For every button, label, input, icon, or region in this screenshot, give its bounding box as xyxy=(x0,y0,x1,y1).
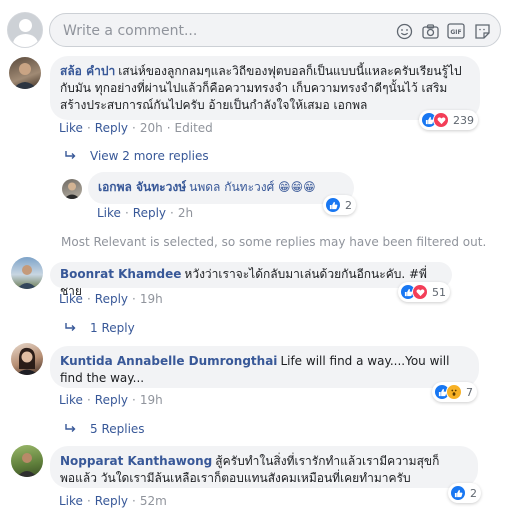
comment-timestamp[interactable]: 19h xyxy=(140,292,163,306)
commenter-avatar[interactable] xyxy=(9,57,41,89)
reaction-summary[interactable]: 2 xyxy=(323,195,356,215)
reaction-count: 239 xyxy=(453,113,474,127)
view-more-replies-link[interactable]: View 2 more replies xyxy=(65,149,209,163)
view-replies-link[interactable]: 5 Replies xyxy=(65,422,145,436)
love-reaction-icon xyxy=(412,284,428,300)
like-button[interactable]: Like xyxy=(59,292,83,306)
comment-bubble: สล้อ คำปา เสน่ห์ของลูกกลมๆและวิถีของฟุตบอ… xyxy=(50,56,480,120)
reaction-summary[interactable]: 7 xyxy=(432,382,477,402)
reply-button[interactable]: Reply xyxy=(95,393,128,407)
love-reaction-icon xyxy=(433,112,449,128)
comment-actions: Like · Reply · 19h xyxy=(59,393,163,407)
reply-arrow-icon xyxy=(65,422,76,436)
comment-actions: Like · Reply · 19h xyxy=(59,292,163,306)
comment-timestamp[interactable]: 52m xyxy=(140,494,167,508)
reaction-count: 7 xyxy=(466,385,473,399)
comment-bubble: Kuntida Annabelle Dumrongthai Life will f… xyxy=(50,346,479,388)
filter-notice: Most Relevant is selected, so some repli… xyxy=(61,235,487,249)
edited-label[interactable]: Edited xyxy=(175,121,213,135)
reply-author-name[interactable]: เอกพล จันทะวงษ์ xyxy=(98,180,186,194)
like-button[interactable]: Like xyxy=(59,494,83,508)
comment-input[interactable]: Write a comment... GIF xyxy=(49,13,501,47)
view-replies-label[interactable]: 5 Replies xyxy=(90,422,145,436)
reaction-summary[interactable]: 51 xyxy=(398,282,450,302)
comment-timestamp[interactable]: 19h xyxy=(140,393,163,407)
reaction-summary[interactable]: 2 xyxy=(448,483,481,503)
commenter-name[interactable]: Kuntida Annabelle Dumrongthai xyxy=(60,354,277,368)
camera-icon[interactable] xyxy=(420,21,440,41)
like-button[interactable]: Like xyxy=(59,393,83,407)
like-reaction-icon xyxy=(325,197,341,213)
comment-actions: Like · Reply · 52m xyxy=(59,494,167,508)
reply-arrow-icon xyxy=(65,321,76,335)
comment-timestamp[interactable]: 20h xyxy=(140,121,163,135)
commenter-avatar[interactable] xyxy=(11,343,43,375)
sticker-icon[interactable] xyxy=(472,21,492,41)
reply-button[interactable]: Reply xyxy=(95,121,128,135)
like-reaction-icon xyxy=(450,485,466,501)
reply-button[interactable]: Reply xyxy=(95,494,128,508)
commenter-name[interactable]: Boonrat Khamdee xyxy=(60,267,181,281)
commenter-name[interactable]: สล้อ คำปา xyxy=(60,64,115,78)
view-replies-link[interactable]: 1 Reply xyxy=(65,321,135,335)
reaction-count: 2 xyxy=(345,198,352,212)
like-button[interactable]: Like xyxy=(59,121,83,135)
comment-actions: Like · Reply · 20h · Edited xyxy=(59,121,213,135)
reply-button[interactable]: Reply xyxy=(95,292,128,306)
reaction-summary[interactable]: 239 xyxy=(419,110,478,130)
comment-composer: Write a comment... GIF xyxy=(7,12,503,48)
reply-text: นพดล กันทะวงศ์ 😁😁😁 xyxy=(189,180,316,194)
view-more-replies-label[interactable]: View 2 more replies xyxy=(90,149,209,163)
view-replies-label[interactable]: 1 Reply xyxy=(90,321,135,335)
comment-bubble: Nopparat Kanthawong สู้ครับทำในสิ่งที่เรา… xyxy=(50,446,478,488)
gif-icon[interactable]: GIF xyxy=(446,21,466,41)
reply-arrow-icon xyxy=(65,149,76,163)
reaction-count: 2 xyxy=(470,486,477,500)
svg-text:GIF: GIF xyxy=(450,29,461,36)
reply-button[interactable]: Reply xyxy=(133,206,166,220)
commenter-avatar[interactable] xyxy=(11,445,43,477)
reply-bubble: เอกพล จันทะวงษ์ นพดล กันทะวงศ์ 😁😁😁 xyxy=(88,172,354,204)
emoji-icon[interactable] xyxy=(394,21,414,41)
commenter-avatar[interactable] xyxy=(11,257,43,289)
like-button[interactable]: Like xyxy=(97,206,121,220)
reply-actions: Like · Reply · 2h xyxy=(97,206,194,220)
comment-bubble: Boonrat Khamdee หวังว่าเราจะได้กลับมาเล่น… xyxy=(50,262,452,298)
reply-avatar[interactable] xyxy=(62,179,82,199)
comment-input-placeholder: Write a comment... xyxy=(63,23,198,39)
commenter-name[interactable]: Nopparat Kanthawong xyxy=(60,454,212,468)
current-user-avatar[interactable] xyxy=(7,12,43,48)
reaction-count: 51 xyxy=(432,285,446,299)
reply-timestamp[interactable]: 2h xyxy=(178,206,193,220)
wow-reaction-icon xyxy=(446,384,462,400)
comment-text: เสน่ห์ของลูกกลมๆและวิถีของฟุตบอลก็เป็นแบ… xyxy=(60,64,462,112)
